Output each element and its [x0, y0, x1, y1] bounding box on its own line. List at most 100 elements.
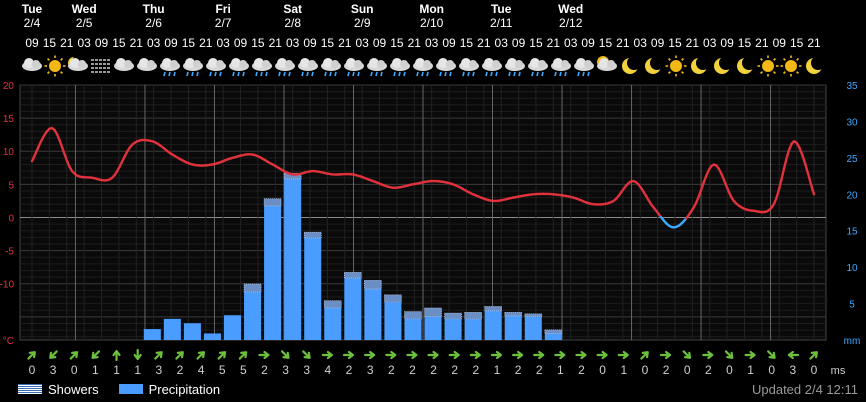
showers-bar [484, 306, 503, 312]
rain-drop [191, 71, 194, 77]
wind-speed: 2 [261, 363, 268, 377]
rain-drop [403, 71, 406, 77]
day-name: Fri [215, 2, 230, 16]
wind-arrow-icon [27, 351, 36, 360]
sun-disc [670, 60, 682, 72]
hour-label: 09 [25, 36, 39, 50]
rain-drop [324, 71, 327, 77]
wind-speed: 0 [599, 363, 606, 377]
day-date: 2/10 [420, 16, 444, 30]
y-left-tick: 20 [3, 81, 15, 92]
rain-drop [311, 71, 314, 77]
wind-speed: 0 [684, 363, 691, 377]
cloud-puff [538, 60, 546, 68]
rain-cloud-icon [551, 58, 571, 77]
cloud-puff [515, 60, 523, 68]
cloud-puff [78, 60, 86, 68]
day-date: 2/7 [215, 16, 232, 30]
wind-arrow-shape [280, 350, 290, 359]
wind-arrow-icon [659, 350, 672, 360]
y-left-tick: 5 [8, 180, 14, 191]
wind-arrow-shape [385, 350, 397, 360]
wind-arrow-icon [787, 350, 799, 360]
rain-drop [265, 71, 268, 77]
moon-shadow [742, 56, 756, 70]
y-right-tick: 15 [846, 227, 858, 238]
hour-label: 21 [616, 36, 630, 50]
cloud-puff [354, 60, 362, 68]
wind-speed: 5 [219, 363, 226, 377]
hour-label: 03 [77, 36, 91, 50]
wind-arrow-shape [554, 350, 566, 360]
cloudy-icon [114, 58, 134, 71]
day-date: 2/12 [559, 16, 583, 30]
wind-speed: 3 [303, 363, 310, 377]
rain-cloud-icon [528, 58, 548, 77]
sun-ray [760, 71, 763, 74]
rain-cloud-icon [275, 58, 295, 77]
cloud-puff [308, 60, 316, 68]
hour-label: 09 [95, 36, 109, 50]
wind-arrow-shape [767, 350, 776, 359]
cloud-puff [423, 60, 431, 68]
hour-label: 03 [286, 36, 300, 50]
precipitation-bar [424, 316, 442, 340]
wind-arrow-shape [217, 351, 227, 360]
wind-speed: 2 [705, 363, 712, 377]
hour-label: 21 [60, 36, 74, 50]
hour-label: 15 [112, 36, 126, 50]
wind-arrow-shape [640, 351, 649, 360]
hour-label: 03 [634, 36, 648, 50]
wind-arrow-icon [448, 350, 460, 360]
day-date: 2/6 [145, 16, 162, 30]
sun-ray [783, 71, 786, 74]
cloud-puff [469, 60, 477, 68]
rain-drop [582, 71, 585, 77]
rain-drop [329, 71, 332, 77]
showers-bar [404, 311, 422, 320]
precipitation-bar [203, 333, 221, 340]
wind-speed: 1 [134, 363, 141, 377]
y-left-tick: -10 [0, 280, 14, 291]
rain-drop [426, 71, 429, 77]
cloud-puff [216, 60, 224, 68]
cloudy-icon [137, 58, 157, 71]
rain-drop [214, 71, 217, 77]
hour-label: 03 [216, 36, 230, 50]
wind-arrow-shape [724, 350, 734, 359]
showers-swatch [18, 384, 42, 394]
rain-drop [564, 71, 567, 77]
day-name: Tue [22, 2, 43, 16]
rain-drop [380, 71, 383, 77]
hour-label: 15 [599, 36, 613, 50]
rain-drop [554, 71, 557, 77]
sun-ray [796, 58, 799, 61]
wind-speed: 2 [663, 363, 670, 377]
wind-speed: 2 [388, 363, 395, 377]
rain-drop [485, 71, 488, 77]
rain-cloud-icon [298, 58, 318, 77]
sun-ray [668, 71, 671, 74]
showers-bar [364, 279, 382, 290]
hour-label: 09 [164, 36, 178, 50]
hour-label: 09 [773, 36, 787, 50]
wind-arrow-shape [154, 351, 163, 360]
sun-ray [47, 71, 50, 74]
hour-label: 21 [408, 36, 422, 50]
rain-cloud-icon [413, 58, 433, 77]
rain-drop [168, 71, 171, 77]
rain-drop [255, 71, 258, 77]
wind-arrow-icon [406, 350, 418, 360]
rain-drop [495, 71, 498, 77]
wind-arrow-icon [385, 350, 397, 360]
hour-label: 09 [581, 36, 595, 50]
showers-bar [243, 283, 262, 293]
wind-arrow-icon [196, 351, 206, 360]
wind-arrow-icon [533, 350, 545, 360]
wind-arrow-shape [469, 350, 481, 360]
day-date: 2/11 [490, 16, 513, 30]
showers-bar [424, 307, 442, 317]
precipitation-bar [223, 315, 242, 340]
wind-arrow-icon [596, 350, 608, 360]
sun-icon [44, 55, 66, 77]
